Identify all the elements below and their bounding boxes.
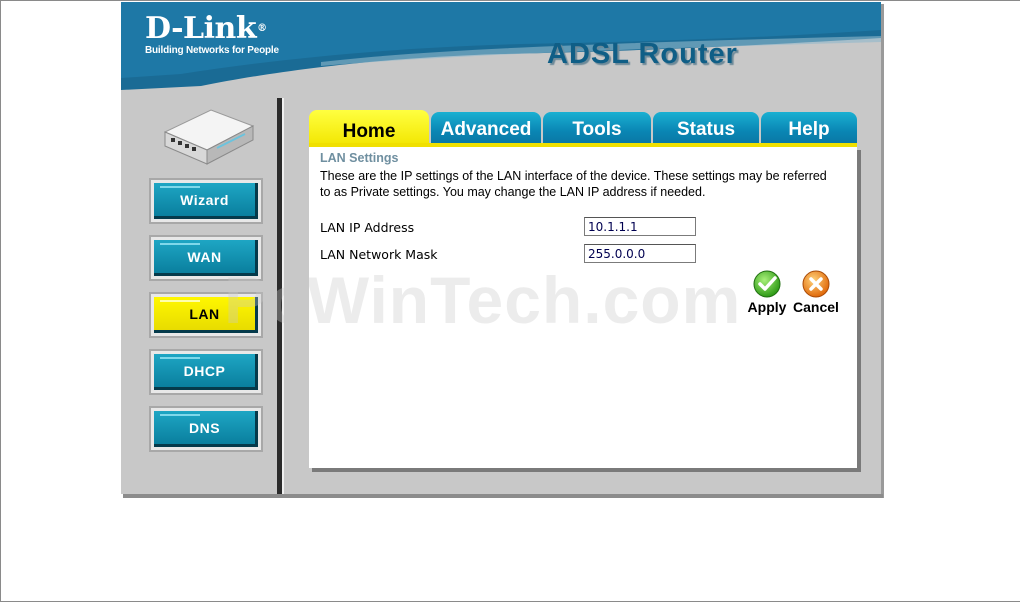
apply-label: Apply <box>747 299 787 315</box>
lan-ip-label: LAN IP Address <box>320 220 415 235</box>
apply-button[interactable]: Apply <box>745 269 789 315</box>
sidebar-button-wizard[interactable]: Wizard <box>149 178 263 224</box>
tab-label: Home <box>342 121 396 142</box>
sidebar-button-dns[interactable]: DNS <box>149 406 263 452</box>
cancel-button[interactable]: Cancel <box>791 269 841 315</box>
tab-status[interactable]: Status <box>653 112 759 144</box>
router-device-image <box>163 109 255 165</box>
tab-home[interactable]: Home <box>309 110 429 146</box>
sidebar-button-lan[interactable]: LAN <box>149 292 263 338</box>
sidebar-button-label: WAN <box>187 248 222 265</box>
section-description: These are the IP settings of the LAN int… <box>320 169 827 199</box>
sidebar-button-label: Wizard <box>180 191 229 208</box>
sidebar-button-label: LAN <box>189 305 220 322</box>
frame-shadow-bottom <box>123 494 883 498</box>
product-title: ADSL Router <box>547 38 738 70</box>
cancel-x-icon <box>802 270 830 298</box>
tab-help[interactable]: Help <box>761 112 857 144</box>
content-shadow-bottom <box>312 468 861 472</box>
content-panel: Home Advanced Tools Status Help LAN Sett… <box>309 110 861 472</box>
tab-tools[interactable]: Tools <box>543 112 651 144</box>
router-admin-frame: D-Link® Building Networks for People ADS… <box>121 2 881 494</box>
lan-mask-input[interactable] <box>584 244 696 263</box>
tab-advanced[interactable]: Advanced <box>431 112 541 144</box>
section-title: LAN Settings <box>320 151 399 165</box>
logo-tagline: Building Networks for People <box>145 45 279 56</box>
tab-label: Tools <box>572 119 622 140</box>
sidebar-divider-highlight <box>282 98 284 494</box>
lan-settings-body: LAN Settings These are the IP settings o… <box>309 147 857 468</box>
sidebar-button-wan[interactable]: WAN <box>149 235 263 281</box>
tab-label: Status <box>676 119 736 140</box>
lan-mask-label: LAN Network Mask <box>320 247 438 262</box>
header-banner: D-Link® Building Networks for People ADS… <box>121 2 881 92</box>
check-icon <box>753 270 781 298</box>
dlink-logo[interactable]: D-Link® Building Networks for People <box>145 14 279 57</box>
tab-label: Help <box>788 119 830 140</box>
cancel-label: Cancel <box>793 299 839 315</box>
lan-ip-input[interactable] <box>584 217 696 236</box>
sidebar-button-label: DHCP <box>183 362 226 379</box>
content-shadow-right <box>857 150 861 471</box>
tab-label: Advanced <box>440 119 532 140</box>
sidebar-button-label: DNS <box>188 419 221 436</box>
tab-bar: Home Advanced Tools Status Help <box>309 110 857 147</box>
sidebar-button-dhcp[interactable]: DHCP <box>149 349 263 395</box>
frame-shadow-right <box>881 4 884 498</box>
